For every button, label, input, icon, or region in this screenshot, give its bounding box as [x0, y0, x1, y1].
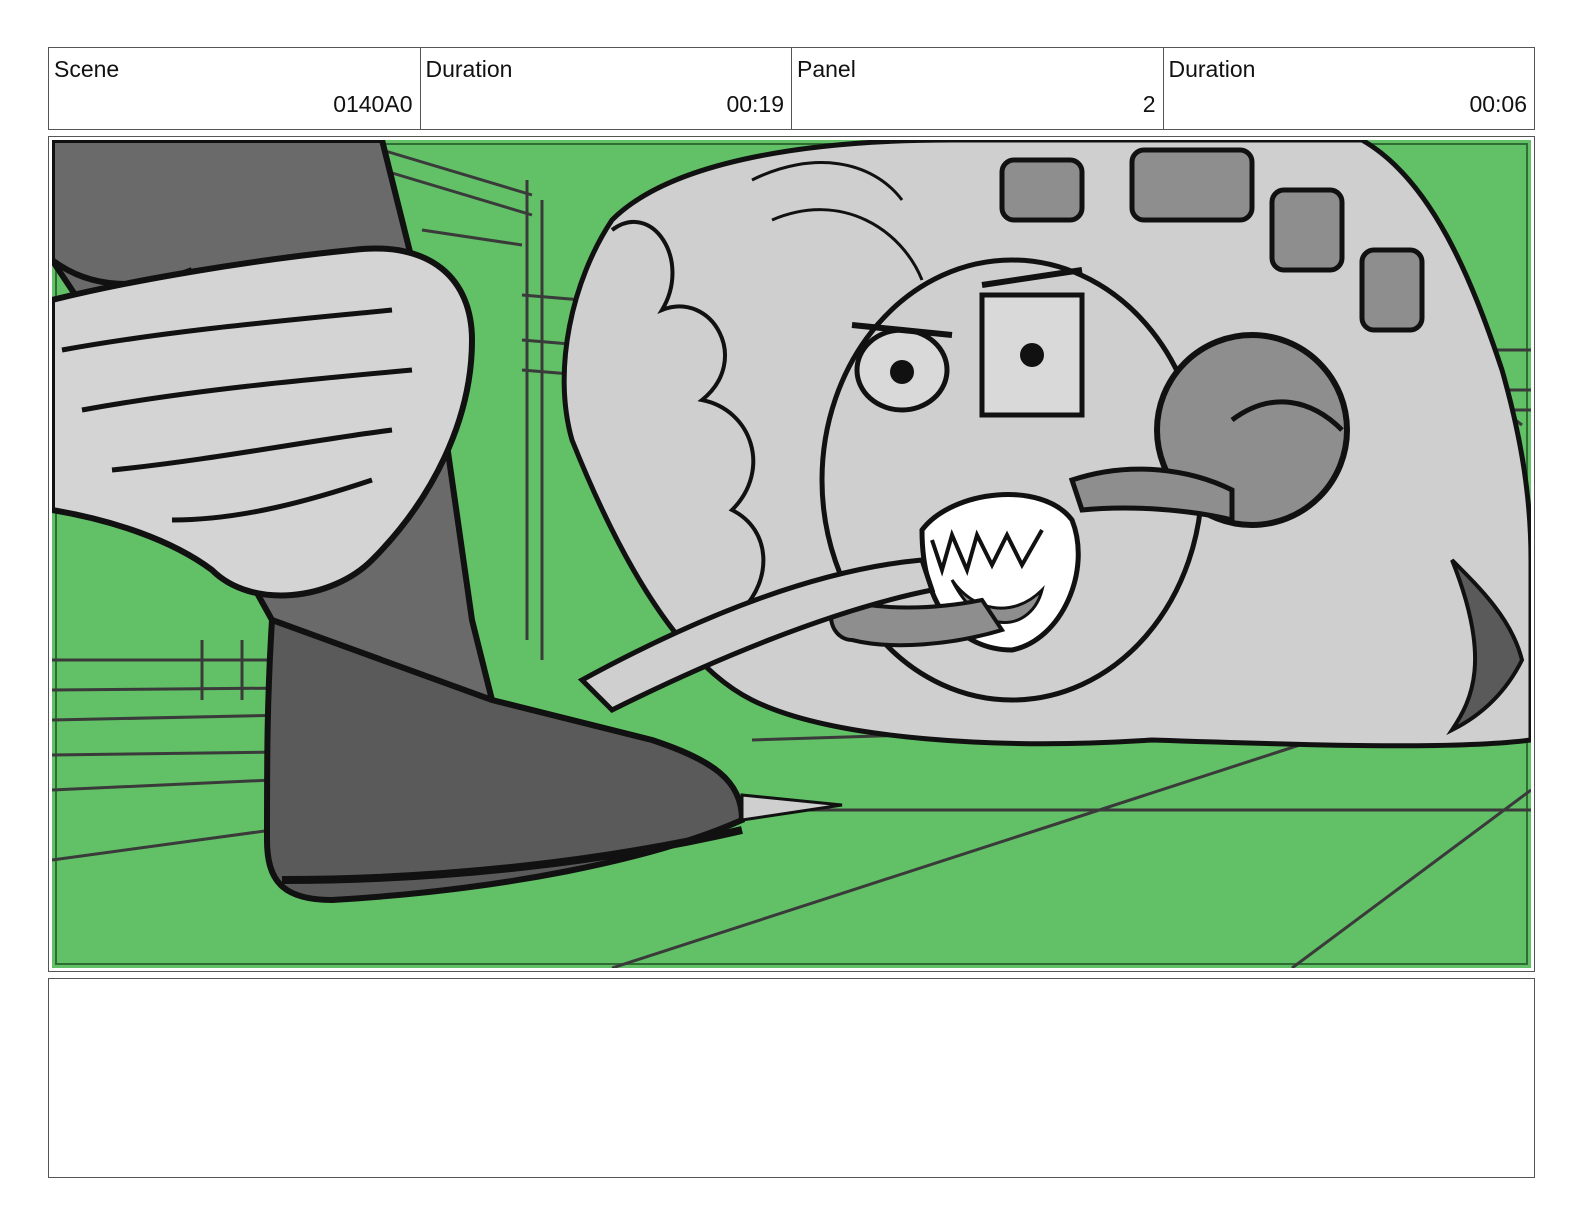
panel-duration-label: Duration: [1168, 56, 1256, 82]
scene-cell: Scene 0140A0: [49, 48, 421, 129]
storyboard-panel: [48, 136, 1535, 972]
scene-duration-label: Duration: [425, 56, 513, 82]
panel-cell: Panel 2: [792, 48, 1164, 129]
panel-notes-box[interactable]: [48, 978, 1535, 1178]
panel-label: Panel: [797, 56, 856, 82]
panel-duration-cell: Duration 00:06: [1164, 48, 1535, 129]
panel-sketch-image: [52, 140, 1531, 968]
scene-label: Scene: [54, 56, 120, 82]
scene-duration-cell: Duration 00:19: [421, 48, 792, 129]
scene-value: 0140A0: [333, 91, 413, 117]
panel-value: 2: [1142, 91, 1156, 117]
storyboard-header: Scene 0140A0 Duration 00:19 Panel 2 Dura…: [48, 47, 1535, 130]
scene-duration-value: 00:19: [726, 91, 784, 117]
panel-duration-value: 00:06: [1469, 91, 1527, 117]
